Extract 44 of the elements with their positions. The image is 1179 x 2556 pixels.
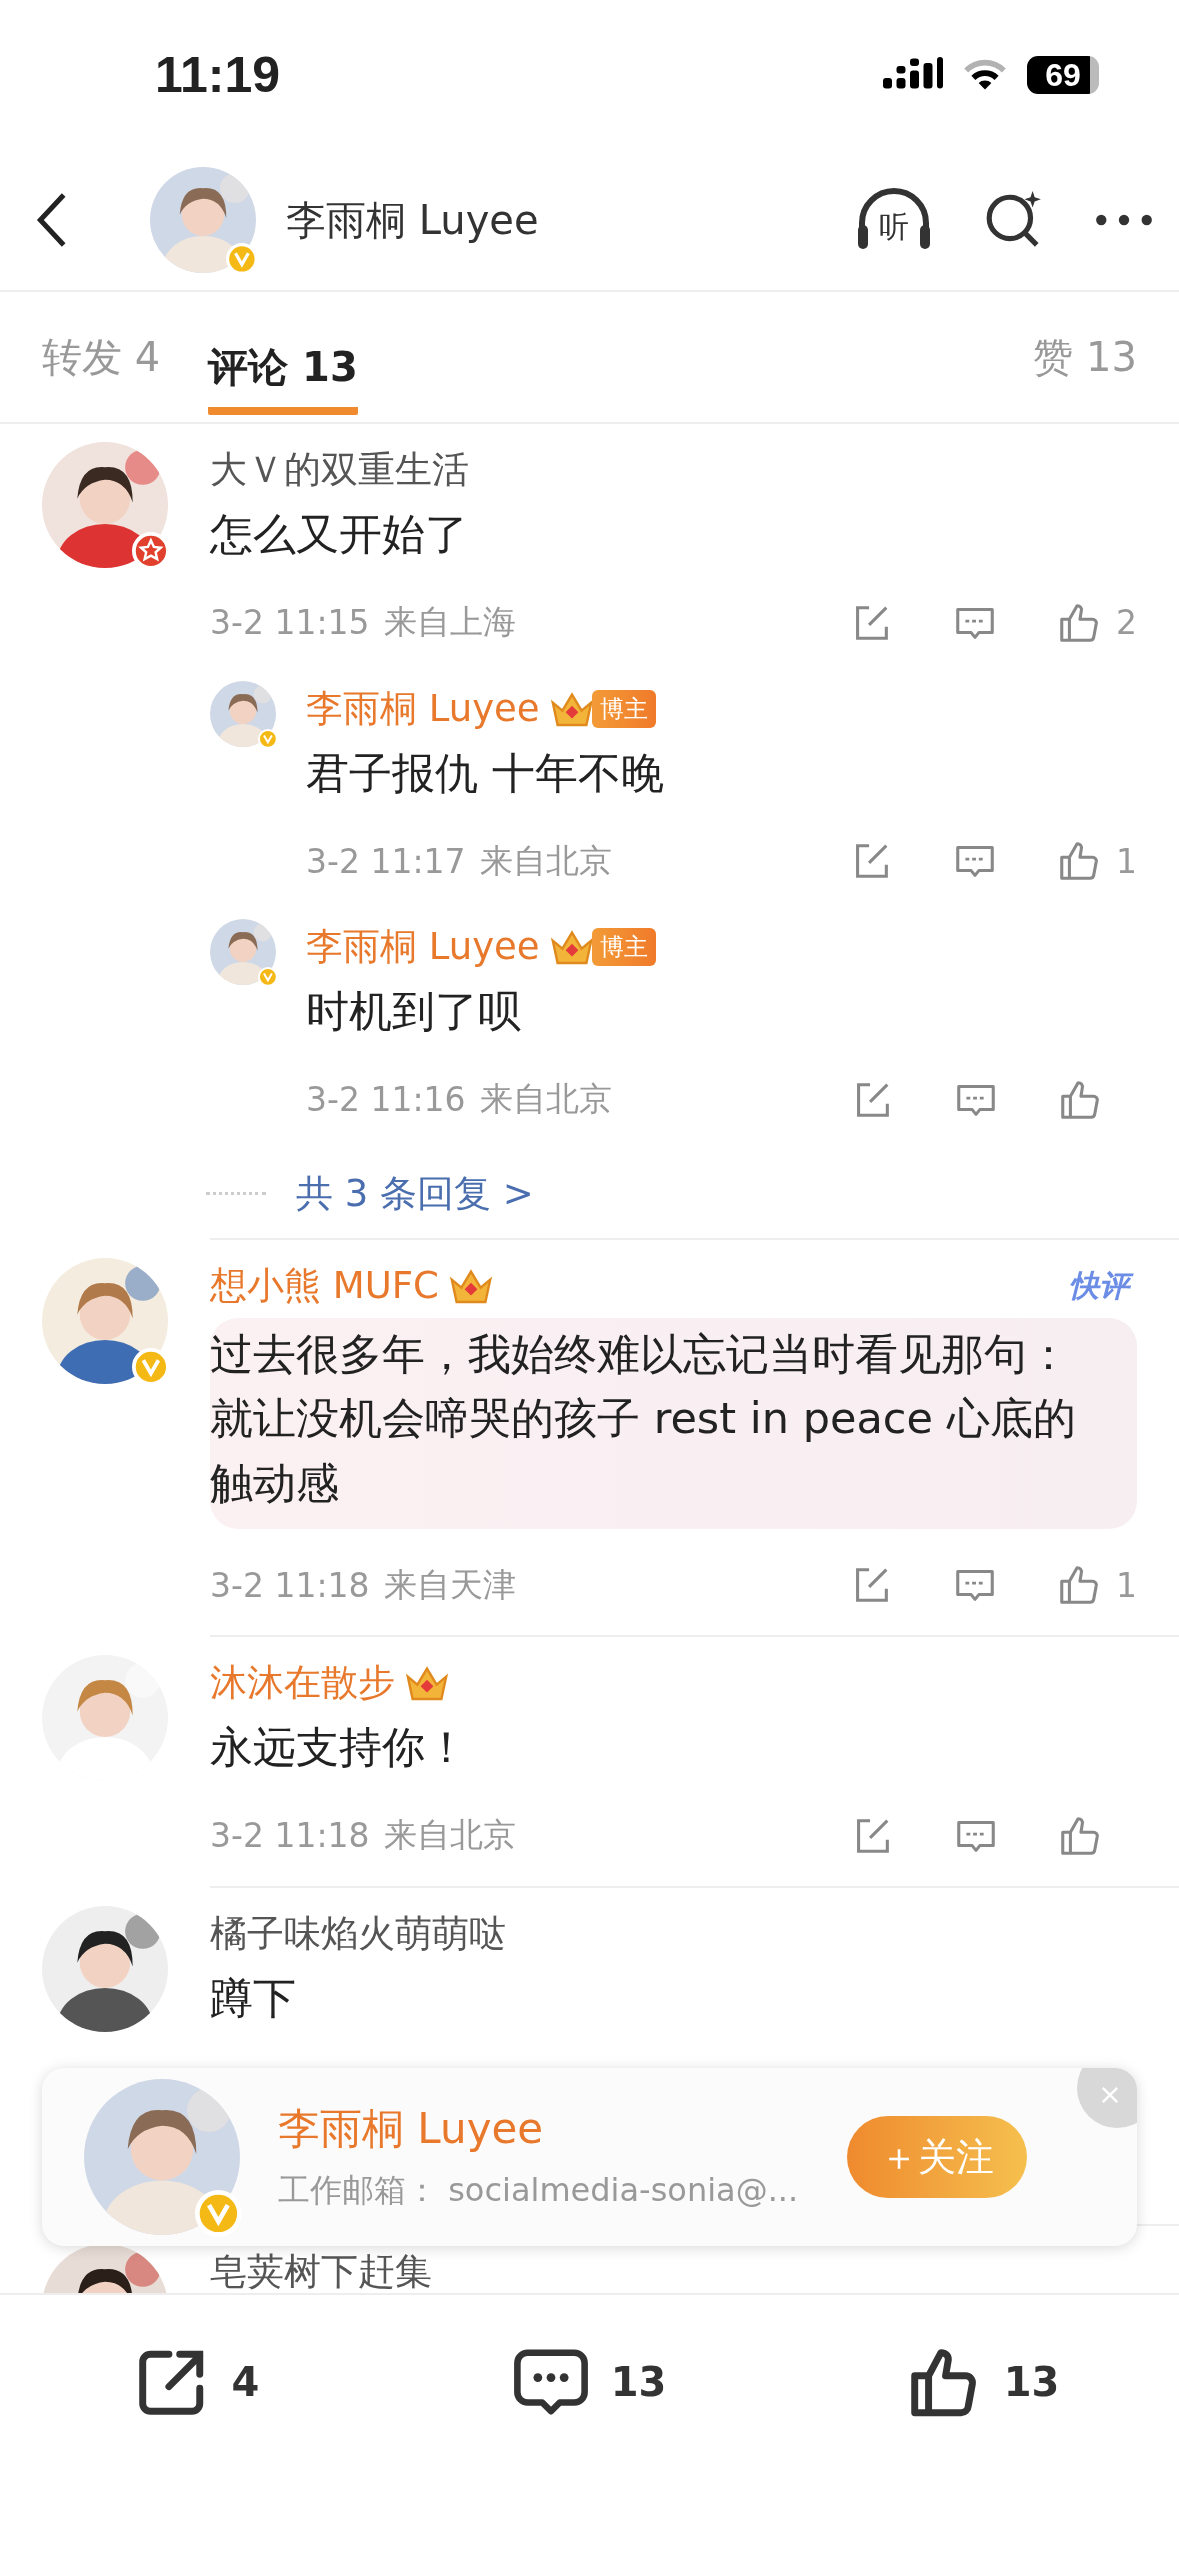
action-count: 4 (231, 2359, 260, 2405)
like-count: 1 (1116, 841, 1137, 881)
follow-button[interactable]: ＋关注 (847, 2116, 1027, 2198)
reply-location: 来自北京 (479, 839, 612, 882)
follow-card-email: 工作邮箱： socialmedia-sonia@... (278, 2170, 800, 2211)
reply-time: 3-2 11:17 (306, 841, 466, 881)
reply-text: 时机到了呗 (306, 985, 522, 1038)
author-name[interactable]: 橘子味焰火萌萌哒 (210, 1908, 506, 1959)
comment-location: 来自上海 (383, 601, 516, 643)
author-name[interactable]: 大Ｖ的双重生活 (210, 445, 469, 495)
author-name[interactable]: 李雨桐 Luyee (306, 922, 540, 972)
comment-time: 3-2 11:15 (210, 603, 370, 642)
verified-badge-icon (226, 243, 258, 275)
author-name[interactable]: 李雨桐 Luyee (306, 683, 540, 734)
author-name[interactable]: 想小熊 MUFC (210, 1260, 439, 1311)
reply-text: 君子报仇 十年不晚 (306, 746, 665, 800)
comment-location: 来自北京 (383, 1814, 516, 1856)
listen-button[interactable]: 听 (853, 185, 935, 255)
comment-text: 怎么又开始了 (210, 508, 469, 561)
blogger-tag: 博主 (591, 928, 656, 966)
reply-location: 来自北京 (479, 1078, 612, 1120)
like-count: 1 (1116, 1565, 1137, 1605)
more-replies-link[interactable]: 共 3 条回复 > (296, 1168, 534, 1219)
tab[interactable]: 转发 4 (42, 309, 161, 405)
comment-location: 来自天津 (383, 1563, 516, 1606)
profile-name[interactable]: 李雨桐 Luyee (286, 192, 539, 248)
comment-time: 3-2 11:18 (210, 1816, 370, 1855)
action-count: 13 (610, 2359, 667, 2405)
comment-text: 永远支持你！ (210, 1721, 469, 1774)
author-name[interactable]: 皂荚树下赶集 (210, 2247, 432, 2297)
battery-level: 69 (1045, 56, 1081, 94)
like-count: 2 (1116, 603, 1137, 642)
blogger-tag: 博主 (591, 689, 656, 728)
tab[interactable]: 赞 13 (1033, 309, 1137, 405)
author-name[interactable]: 沐沐在散步 (210, 1658, 395, 1708)
comment-time: 3-2 11:18 (210, 1565, 370, 1605)
comment-text: 蹲下 (210, 1971, 297, 2025)
quick-comment-tag: 快评 (1065, 1266, 1137, 1305)
status-time: 11:19 (155, 46, 281, 104)
reply-time: 3-2 11:16 (306, 1080, 466, 1119)
follow-card-name[interactable]: 李雨桐 Luyee (278, 2101, 847, 2157)
comment-text: 过去很多年，我始终难以忘记当时看见那句：就让没机会啼哭的孩子 rest in peace 心底的触动感 (210, 1317, 1137, 1529)
tab[interactable]: 评论 13 (208, 319, 358, 415)
action-count: 13 (1003, 2359, 1060, 2405)
